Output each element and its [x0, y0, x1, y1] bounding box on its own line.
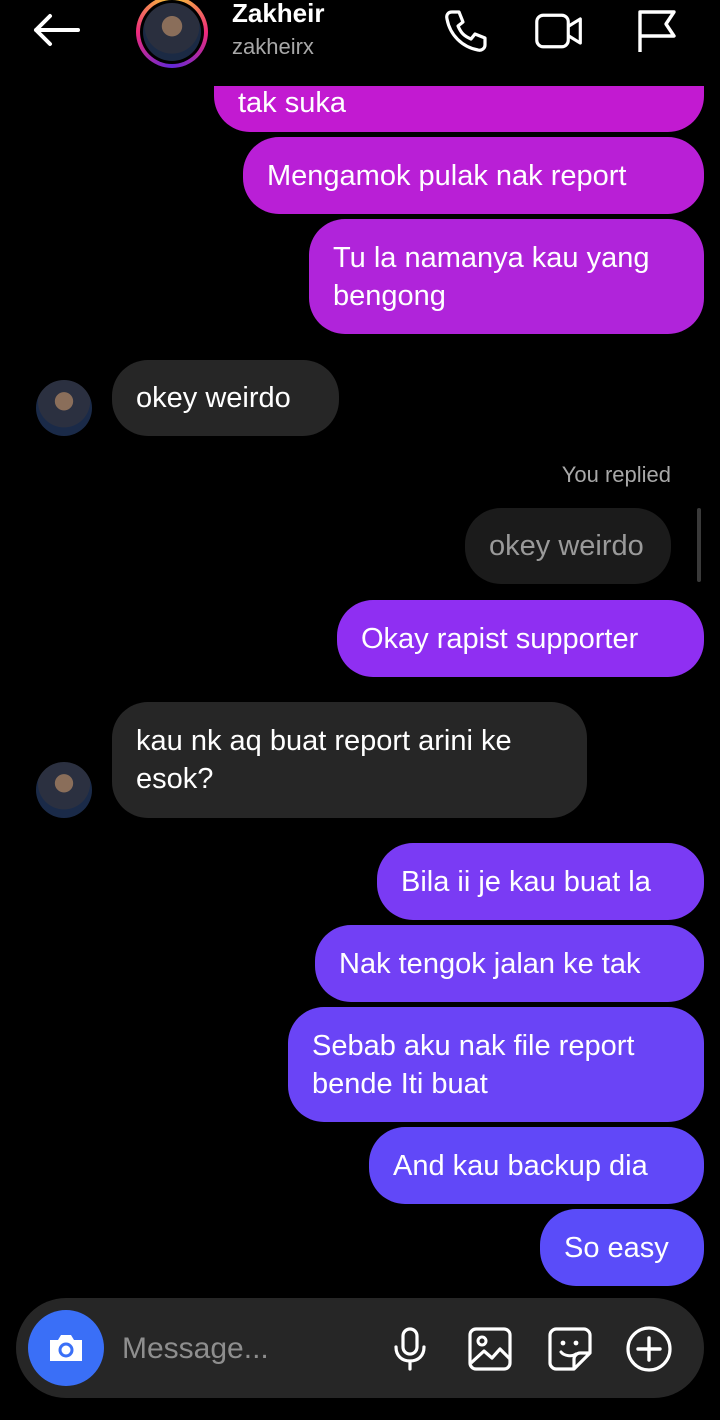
back-arrow-icon[interactable] [30, 12, 82, 48]
message-text: tak suka [238, 87, 346, 119]
message-text: Bila ii je kau buat la [401, 865, 651, 898]
reply-indicator: You replied [561, 462, 671, 487]
message-text: Nak tengok jalan ke tak [339, 947, 641, 980]
outgoing-message[interactable]: Tu la namanya kau yang bengong [309, 219, 704, 334]
outgoing-message[interactable]: So easy [540, 1209, 704, 1286]
message-text: okey weirdo [136, 382, 291, 414]
message-text: Tu la namanya kau yang [333, 241, 650, 274]
camera-button[interactable] [28, 1310, 104, 1386]
message-input[interactable] [120, 1326, 374, 1372]
sender-avatar[interactable] [36, 380, 92, 436]
quoted-message[interactable]: okey weirdo [465, 508, 671, 584]
outgoing-message[interactable]: Mengamok pulak nak report [243, 137, 704, 214]
chat-header: Zakheir zakheirx [0, 0, 720, 86]
outgoing-message[interactable]: Sebab aku nak file report bende Iti buat [288, 1007, 704, 1122]
camera-icon [50, 1335, 82, 1361]
message-text: Okay rapist supporter [361, 622, 639, 655]
outgoing-message[interactable]: Bila ii je kau buat la [377, 843, 704, 920]
outgoing-message[interactable]: Okay rapist supporter [337, 600, 704, 677]
contact-name[interactable]: Zakheir [232, 0, 325, 29]
message-text: bende Iti buat [312, 1067, 488, 1100]
incoming-message[interactable]: okey weirdo [112, 360, 339, 436]
message-text: Mengamok pulak nak report [267, 159, 627, 192]
message-text: So easy [564, 1231, 669, 1264]
message-composer [16, 1298, 704, 1398]
sender-avatar[interactable] [36, 762, 92, 818]
incoming-message[interactable]: kau nk aq buat report arini ke esok? [112, 702, 587, 818]
message-text: bengong [333, 279, 446, 312]
add-icon[interactable] [625, 1325, 673, 1373]
outgoing-message[interactable]: Nak tengok jalan ke tak [315, 925, 704, 1002]
message-text: esok? [136, 763, 214, 795]
outgoing-message[interactable]: And kau backup dia [369, 1127, 704, 1204]
message-text: kau nk aq buat report arini ke [136, 725, 512, 757]
phone-icon[interactable] [440, 6, 490, 56]
gallery-icon[interactable] [466, 1325, 514, 1373]
report-flag-icon[interactable] [632, 6, 682, 56]
message-text: okey weirdo [489, 530, 644, 562]
microphone-icon[interactable] [386, 1325, 434, 1373]
sticker-icon[interactable] [546, 1325, 594, 1373]
avatar-photo [143, 3, 201, 61]
video-call-icon[interactable] [534, 6, 584, 56]
scrollbar[interactable] [697, 508, 701, 582]
message-text: And kau backup dia [393, 1149, 648, 1182]
header-avatar[interactable] [136, 0, 208, 68]
contact-username[interactable]: zakheirx [232, 34, 314, 60]
message-text: Sebab aku nak file report [312, 1029, 635, 1062]
